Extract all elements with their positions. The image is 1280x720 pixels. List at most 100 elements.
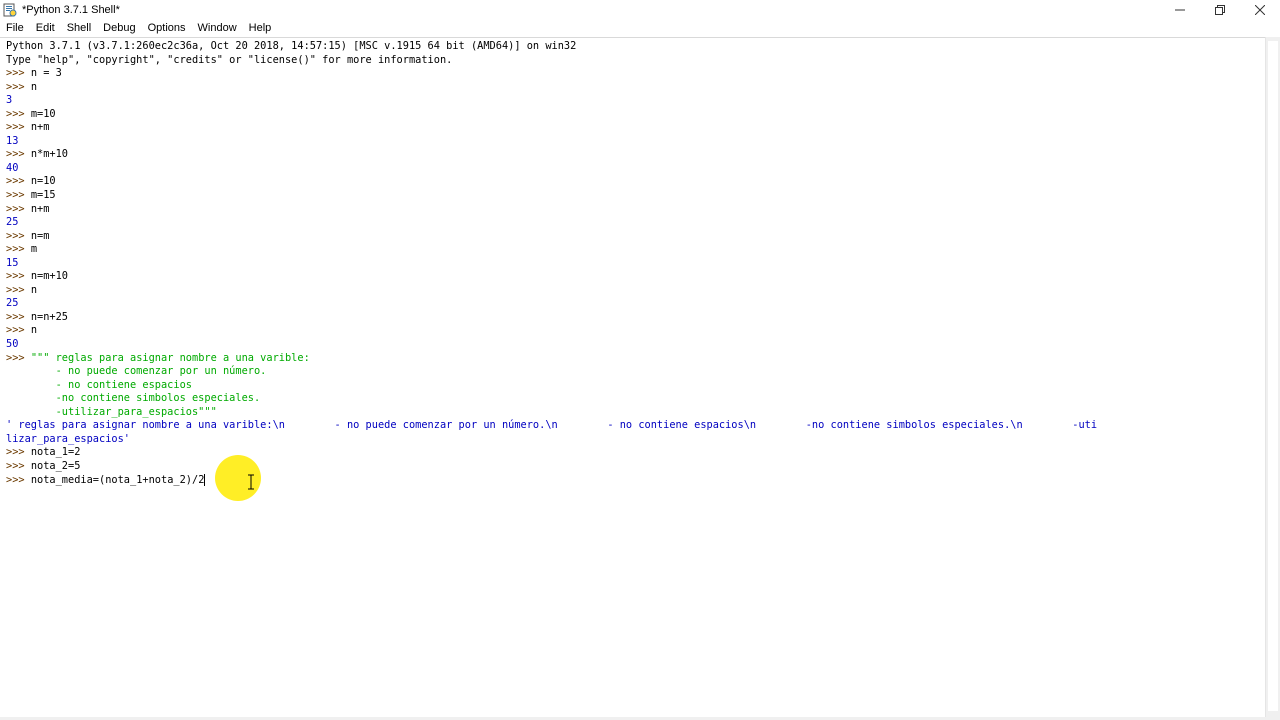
shell-input-text: n=m+10 xyxy=(30,270,69,283)
shell-output-text: 13 xyxy=(6,134,19,147)
shell-string-text: -no contiene simbolos especiales. xyxy=(6,392,261,405)
shell-line: 50 xyxy=(6,338,1261,352)
shell-line: >>> n+m xyxy=(6,121,1261,135)
scrollbar-thumb[interactable] xyxy=(1268,41,1278,711)
shell-prompt: >>> xyxy=(6,189,31,202)
shell-prompt: >>> xyxy=(6,80,31,93)
shell-prompt: >>> xyxy=(6,283,31,296)
menu-shell[interactable]: Shell xyxy=(61,20,97,36)
shell-output-text: 50 xyxy=(6,338,19,351)
shell-input-text: n = 3 xyxy=(30,67,62,80)
shell-output: Python 3.7.1 (v3.7.1:260ec2c36a, Oct 20 … xyxy=(6,40,1261,487)
window-title: *Python 3.7.1 Shell* xyxy=(22,4,120,16)
shell-output-text: 25 xyxy=(6,216,19,229)
minimize-button[interactable] xyxy=(1160,0,1200,20)
shell-prompt: >>> xyxy=(6,473,31,486)
shell-line: >>> nota_1=2 xyxy=(6,446,1261,460)
window-controls xyxy=(1160,0,1280,20)
shell-line: -utilizar_para_espacios""" xyxy=(6,406,1261,420)
shell-line: >>> n=n+25 xyxy=(6,311,1261,325)
shell-line: Python 3.7.1 (v3.7.1:260ec2c36a, Oct 20 … xyxy=(6,40,1261,54)
shell-prompt: >>> xyxy=(6,175,31,188)
shell-input-text: n+m xyxy=(30,121,50,134)
shell-input-text: n=10 xyxy=(30,175,56,188)
shell-line: >>> m xyxy=(6,243,1261,257)
restore-button[interactable] xyxy=(1200,0,1240,20)
shell-input-text: n xyxy=(30,80,38,93)
shell-prompt: >>> xyxy=(6,459,31,472)
shell-string-text: - no contiene espacios xyxy=(6,378,192,391)
menu-options[interactable]: Options xyxy=(142,20,192,36)
shell-prompt: >>> xyxy=(6,121,31,134)
shell-line: 25 xyxy=(6,216,1261,230)
menu-edit[interactable]: Edit xyxy=(30,20,61,36)
shell-output-text: 3 xyxy=(6,94,13,107)
shell-line: - no contiene espacios xyxy=(6,379,1261,393)
shell-input-text: n xyxy=(30,324,38,337)
shell-input-text: n+m xyxy=(30,202,50,215)
shell-input-text: nota_media=(nota_1+nota_2)/2 xyxy=(30,473,205,486)
shell-line: >>> n xyxy=(6,324,1261,338)
vertical-scrollbar[interactable] xyxy=(1265,37,1280,717)
menu-bar: File Edit Shell Debug Options Window Hel… xyxy=(0,20,1280,36)
shell-string-text: -utilizar_para_espacios""" xyxy=(6,405,217,418)
shell-prompt: >>> xyxy=(6,229,31,242)
shell-prompt: >>> xyxy=(6,446,31,459)
shell-prompt: >>> xyxy=(6,351,31,364)
shell-prompt: >>> xyxy=(6,67,31,80)
shell-line: >>> n=m xyxy=(6,230,1261,244)
shell-line: 3 xyxy=(6,94,1261,108)
shell-output-text: 15 xyxy=(6,256,19,269)
menu-window[interactable]: Window xyxy=(192,20,243,36)
shell-output-text: ' reglas para asignar nombre a una varib… xyxy=(6,419,1098,432)
python-idle-icon xyxy=(3,3,17,17)
shell-line: lizar_para_espacios' xyxy=(6,433,1261,447)
shell-prompt: >>> xyxy=(6,202,31,215)
shell-line: >>> n xyxy=(6,81,1261,95)
shell-string-text: """ reglas para asignar nombre a una var… xyxy=(30,351,310,364)
shell-line: - no puede comenzar por un número. xyxy=(6,365,1261,379)
shell-line: >>> nota_2=5 xyxy=(6,460,1261,474)
shell-prompt: >>> xyxy=(6,107,31,120)
shell-line: -no contiene simbolos especiales. xyxy=(6,392,1261,406)
menu-file[interactable]: File xyxy=(0,20,30,36)
shell-prompt: >>> xyxy=(6,148,31,161)
ibeam-cursor-icon xyxy=(248,474,254,490)
shell-input-text: m xyxy=(30,243,38,256)
shell-line: 25 xyxy=(6,297,1261,311)
shell-line: >>> n=m+10 xyxy=(6,270,1261,284)
shell-input-text: n*m+10 xyxy=(30,148,69,161)
shell-input-text: nota_1=2 xyxy=(30,446,81,459)
shell-prompt: >>> xyxy=(6,270,31,283)
shell-line: 13 xyxy=(6,135,1261,149)
shell-output-text: lizar_para_espacios' xyxy=(6,432,130,445)
menu-debug[interactable]: Debug xyxy=(97,20,141,36)
shell-prompt: >>> xyxy=(6,324,31,337)
shell-output-text: 40 xyxy=(6,161,19,174)
shell-line: >>> """ reglas para asignar nombre a una… xyxy=(6,352,1261,366)
shell-line: Type "help", "copyright", "credits" or "… xyxy=(6,54,1261,68)
shell-prompt: >>> xyxy=(6,310,31,323)
shell-input-text: nota_2=5 xyxy=(30,459,81,472)
shell-line: >>> m=15 xyxy=(6,189,1261,203)
shell-input-text: m=10 xyxy=(30,107,56,120)
shell-line: >>> n+m xyxy=(6,203,1261,217)
shell-line: 40 xyxy=(6,162,1261,176)
shell-line: >>> n=10 xyxy=(6,175,1261,189)
shell-input-text: n=n+25 xyxy=(30,310,69,323)
shell-input-text: n=m xyxy=(30,229,50,242)
menu-help[interactable]: Help xyxy=(243,20,278,36)
shell-line: ' reglas para asignar nombre a una varib… xyxy=(6,419,1261,433)
shell-input-text: m=15 xyxy=(30,189,56,202)
title-bar: *Python 3.7.1 Shell* xyxy=(0,0,1280,20)
shell-line: 15 xyxy=(6,257,1261,271)
text-caret xyxy=(204,473,206,486)
shell-text-area[interactable]: Python 3.7.1 (v3.7.1:260ec2c36a, Oct 20 … xyxy=(0,37,1265,717)
shell-line: >>> n xyxy=(6,284,1261,298)
close-button[interactable] xyxy=(1240,0,1280,20)
shell-line: >>> n = 3 xyxy=(6,67,1261,81)
shell-input-text: Python 3.7.1 (v3.7.1:260ec2c36a, Oct 20 … xyxy=(6,40,577,52)
shell-prompt: >>> xyxy=(6,243,31,256)
shell-line: >>> nota_media=(nota_1+nota_2)/2 xyxy=(6,473,1261,488)
shell-output-text: 25 xyxy=(6,297,19,310)
